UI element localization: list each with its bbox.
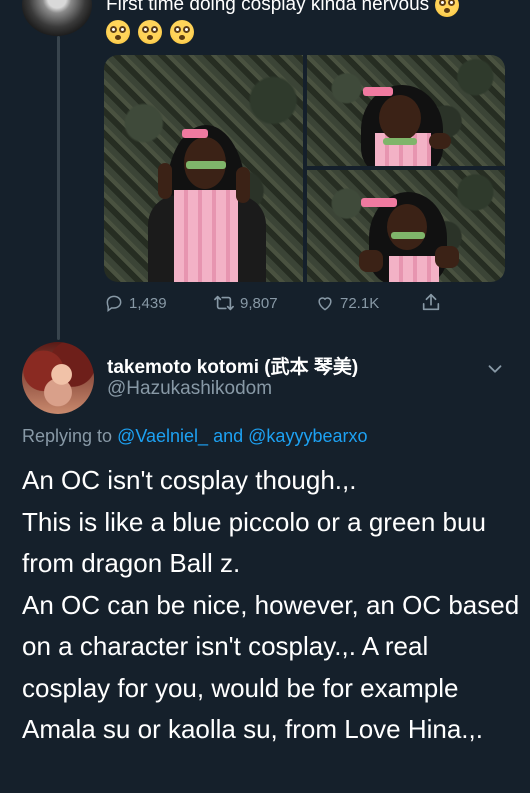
replying-and: and bbox=[213, 426, 244, 446]
more-options-button[interactable] bbox=[484, 358, 506, 385]
retweet-button[interactable]: 9,807 bbox=[213, 293, 278, 313]
tweet-text-content: First time doing cosplay kinda nervous bbox=[106, 0, 430, 15]
reply-handle[interactable]: @Hazukashikodom bbox=[107, 378, 272, 400]
reply-count: 1,439 bbox=[129, 294, 167, 312]
avatar[interactable] bbox=[22, 0, 92, 36]
like-button[interactable]: 72.1K bbox=[315, 293, 379, 313]
reply-icon bbox=[106, 295, 122, 312]
flushed-face-icon bbox=[138, 20, 162, 44]
cosplay-photo-1[interactable] bbox=[104, 55, 303, 282]
retweet-icon bbox=[214, 295, 234, 311]
replying-to: Replying to @Vaelniel_ and @kayyybearxo bbox=[22, 426, 367, 447]
thread-line bbox=[57, 36, 60, 340]
replying-prefix: Replying to bbox=[22, 426, 113, 446]
reply-display-name[interactable]: takemoto kotomi (武本 琴美) bbox=[107, 352, 358, 379]
share-button[interactable] bbox=[420, 291, 447, 313]
share-icon bbox=[422, 293, 440, 311]
retweet-count: 9,807 bbox=[240, 294, 278, 312]
mention-link[interactable]: @kayyybearxo bbox=[248, 426, 367, 446]
photo-grid bbox=[104, 55, 505, 282]
tweet-text: First time doing cosplay kinda nervous bbox=[106, 0, 460, 18]
flushed-face-icon bbox=[106, 20, 130, 44]
cosplay-photo-3[interactable] bbox=[307, 170, 505, 282]
reply-text: An OC isn't cosplay though.,. This is li… bbox=[22, 460, 522, 751]
reply-button[interactable]: 1,439 bbox=[104, 293, 167, 313]
flushed-face-icon bbox=[435, 0, 460, 17]
reply-line: This is like a blue piccolo or a green b… bbox=[22, 506, 486, 579]
chevron-down-icon bbox=[488, 365, 502, 373]
reply-line: An OC can be nice, however, an OC based … bbox=[22, 589, 520, 745]
mention-link[interactable]: @Vaelniel_ bbox=[117, 426, 208, 446]
heart-icon bbox=[318, 297, 332, 311]
reply-line: An OC isn't cosplay though.,. bbox=[22, 465, 357, 495]
emoji-row bbox=[106, 20, 202, 44]
like-count: 72.1K bbox=[340, 294, 380, 312]
flushed-face-icon bbox=[170, 20, 194, 44]
cosplay-photo-2[interactable] bbox=[307, 55, 505, 166]
reply-avatar[interactable] bbox=[22, 342, 94, 414]
